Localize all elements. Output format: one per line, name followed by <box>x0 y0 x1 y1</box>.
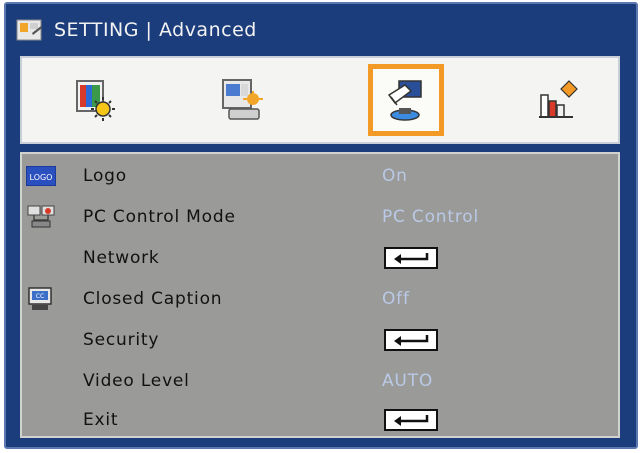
tab-display[interactable] <box>204 64 280 136</box>
menu-label-network: Network <box>83 248 160 268</box>
menu-label-video-level: Video Level <box>83 371 190 391</box>
tab-image[interactable] <box>58 64 134 136</box>
enter-arrow-icon <box>394 335 429 346</box>
menu-row-pc-control-mode[interactable]: PC Control Mode PC Control <box>22 197 618 237</box>
menu-value-logo: On <box>382 166 408 186</box>
window-title: SETTING | Advanced <box>54 19 257 41</box>
menu-label-closed-caption: Closed Caption <box>83 289 223 309</box>
menu-label-exit: Exit <box>83 410 119 430</box>
pc-control-icon <box>26 204 56 230</box>
menu-row-logo[interactable]: LOGO Logo On <box>22 156 618 196</box>
category-tab-bar <box>20 56 620 144</box>
menu-value-closed-caption: Off <box>382 289 410 309</box>
settings-window: SETTING | Advanced LOGO Logo On PC Contr… <box>4 2 638 449</box>
closed-caption-icon: CC <box>26 286 56 312</box>
menu-label-security: Security <box>83 330 160 350</box>
network-enter-button[interactable] <box>384 247 438 269</box>
logo-badge-text: LOGO <box>30 173 53 182</box>
setting-icon <box>16 17 44 43</box>
title-bar: SETTING | Advanced <box>16 16 257 44</box>
enter-arrow-icon <box>394 415 429 426</box>
options-settings-icon <box>539 80 578 118</box>
menu-row-video-level[interactable]: Video Level AUTO <box>22 361 618 401</box>
exit-enter-button[interactable] <box>384 409 438 431</box>
menu-label-logo: Logo <box>83 166 127 186</box>
security-enter-button[interactable] <box>384 329 438 351</box>
logo-icon: LOGO <box>26 163 56 189</box>
caption-badge-text: CC <box>36 293 44 300</box>
menu-row-security[interactable]: Security <box>22 320 618 360</box>
enter-arrow-icon <box>394 253 429 264</box>
menu-row-network[interactable]: Network <box>22 238 618 278</box>
advanced-menu-panel: LOGO Logo On PC Control Mode PC Control … <box>20 152 620 438</box>
menu-row-exit[interactable]: Exit <box>22 400 618 440</box>
image-settings-icon <box>76 80 115 121</box>
menu-value-video-level: AUTO <box>382 371 434 391</box>
menu-label-pc-control-mode: PC Control Mode <box>83 207 236 227</box>
menu-row-closed-caption[interactable]: CC Closed Caption Off <box>22 279 618 319</box>
tab-setup[interactable] <box>368 64 444 136</box>
display-settings-icon <box>222 79 263 120</box>
tab-options[interactable] <box>520 64 596 136</box>
setup-settings-icon <box>387 80 422 121</box>
menu-value-pc-control-mode: PC Control <box>382 207 479 227</box>
